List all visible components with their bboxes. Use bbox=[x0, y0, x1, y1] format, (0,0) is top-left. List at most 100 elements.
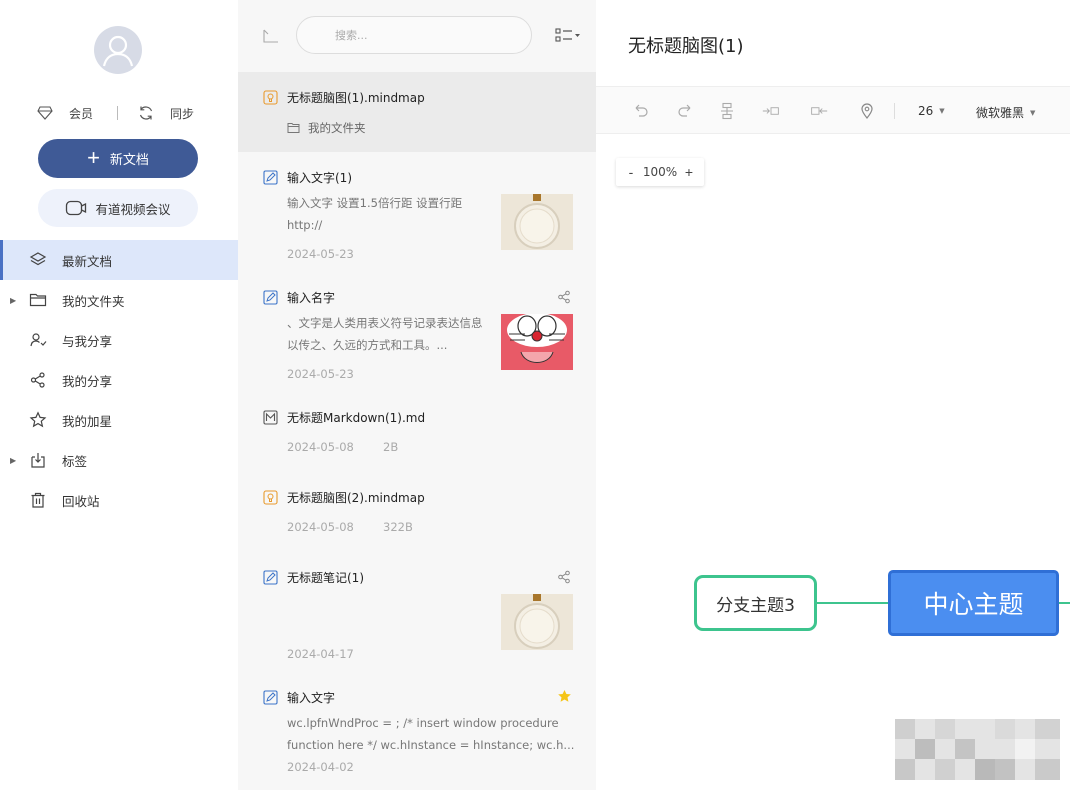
video-meeting-label: 有道视频会议 bbox=[95, 202, 171, 217]
video-camera-icon bbox=[66, 200, 87, 216]
redo-icon[interactable] bbox=[676, 102, 694, 120]
insert-parent-topic-icon[interactable] bbox=[762, 102, 780, 120]
file-item[interactable]: 无标题笔记(1) 2024-04-17 bbox=[238, 552, 596, 672]
divider bbox=[117, 106, 118, 120]
file-folder-path: 我的文件夹 bbox=[287, 120, 366, 136]
folder-icon bbox=[29, 293, 47, 307]
mindmap-file-icon bbox=[263, 90, 278, 105]
user-icon bbox=[102, 35, 134, 67]
file-name: 无标题Markdown(1).md bbox=[287, 411, 426, 425]
sidebar-nav: 最新文档 ▶ 我的文件夹 与我分享 我的分享 我的加星 ▶ 标签 回收站 bbox=[0, 240, 238, 520]
sidebar-item-starred[interactable]: 我的加星 bbox=[0, 400, 238, 440]
chevron-down-icon: ▼ bbox=[939, 107, 945, 115]
new-document-button[interactable]: + 新文档 bbox=[38, 139, 198, 178]
shared-with-me-icon bbox=[30, 333, 47, 347]
file-list-panel: 无标题脑图(1).mindmap 我的文件夹 输入文字(1) 输入文字 设置1.… bbox=[238, 0, 596, 790]
file-item[interactable]: 无标题脑图(1).mindmap 我的文件夹 bbox=[238, 72, 596, 152]
star-outline-icon bbox=[29, 411, 47, 428]
sidebar: 会员 同步 + 新文档 有道视频会议 最新文档 ▶ 我的文件夹 与我分享 我的分… bbox=[0, 0, 238, 790]
star-filled-icon[interactable] bbox=[557, 689, 572, 704]
file-snippet: 输入文字 设置1.5倍行距 设置行距 http:// bbox=[287, 196, 463, 232]
sidebar-item-label: 我的加星 bbox=[62, 413, 113, 429]
sidebar-item-label: 标签 bbox=[62, 453, 88, 469]
sync-button[interactable]: 同步 bbox=[138, 103, 194, 123]
sync-label: 同步 bbox=[170, 106, 195, 121]
new-document-label: 新文档 bbox=[109, 152, 149, 167]
file-item[interactable]: 输入文字 wc.lpfnWndProc = ; /* insert window… bbox=[238, 672, 596, 790]
branch-connector bbox=[1059, 602, 1070, 604]
file-size: 2B bbox=[383, 440, 399, 454]
file-date: 2024-04-17 bbox=[287, 647, 354, 661]
mindmap-canvas[interactable]: 分支主题3 中心主题 bbox=[596, 135, 1070, 790]
insert-sibling-topic-icon[interactable] bbox=[810, 102, 828, 120]
insert-child-topic-icon[interactable] bbox=[718, 102, 736, 120]
file-size: 322B bbox=[383, 520, 413, 534]
file-date: 2024-05-08 bbox=[287, 440, 354, 454]
location-pin-icon[interactable] bbox=[858, 102, 876, 120]
pendant-thumbnail bbox=[501, 194, 573, 250]
tag-icon bbox=[31, 453, 45, 468]
font-size-value: 26 bbox=[918, 104, 934, 118]
shared-icon bbox=[558, 570, 570, 584]
file-item[interactable]: 输入名字 、文字是人类用表义符号记录表达信息以传之、久远的方式和工具。... 2… bbox=[238, 272, 596, 392]
font-family-select[interactable]: 微软雅黑 ▼ bbox=[976, 104, 1035, 121]
sidebar-item-label: 我的文件夹 bbox=[62, 293, 125, 309]
branch-connector bbox=[817, 602, 889, 604]
sidebar-item-tags[interactable]: ▶ 标签 bbox=[0, 440, 238, 480]
vip-link[interactable]: 会员 bbox=[37, 103, 93, 123]
avatar[interactable] bbox=[94, 26, 142, 74]
mindmap-toolbar: 26 ▼ 微软雅黑 ▼ bbox=[596, 86, 1070, 134]
video-meeting-button[interactable]: 有道视频会议 bbox=[38, 189, 198, 227]
layers-icon bbox=[29, 252, 47, 266]
mindmap-file-icon bbox=[263, 490, 278, 505]
file-name: 无标题脑图(2).mindmap bbox=[287, 491, 425, 505]
sync-icon bbox=[139, 106, 153, 120]
file-snippet: 、文字是人类用表义符号记录表达信息以传之、久远的方式和工具。... bbox=[287, 316, 483, 352]
plus-icon: + bbox=[87, 144, 100, 170]
file-snippet: wc.lpfnWndProc = ; /* insert window proc… bbox=[287, 716, 575, 752]
mindmap-editor: 无标题脑图(1) 26 ▼ 微软雅黑 ▼ - 100% + 分支主题3 中心主题 bbox=[596, 0, 1070, 790]
chevron-down-icon: ▼ bbox=[1030, 108, 1036, 117]
sidebar-item-label: 我的分享 bbox=[62, 373, 113, 389]
sidebar-item-my-folders[interactable]: ▶ 我的文件夹 bbox=[0, 280, 238, 320]
branch-topic-node[interactable]: 分支主题3 bbox=[694, 575, 817, 631]
file-item[interactable]: 输入文字(1) 输入文字 设置1.5倍行距 设置行距 http:// 2024-… bbox=[238, 152, 596, 272]
file-date: 2024-04-02 bbox=[287, 760, 354, 774]
expand-caret-icon[interactable]: ▶ bbox=[10, 296, 16, 305]
note-file-icon bbox=[263, 170, 278, 185]
shared-icon bbox=[558, 290, 570, 304]
file-date: 2024-05-23 bbox=[287, 247, 354, 261]
doraemon-thumbnail bbox=[501, 314, 573, 370]
sidebar-item-recent[interactable]: 最新文档 bbox=[0, 240, 238, 280]
center-topic-node[interactable]: 中心主题 bbox=[888, 570, 1059, 636]
diamond-icon bbox=[37, 106, 53, 120]
sidebar-item-my-shares[interactable]: 我的分享 bbox=[0, 360, 238, 400]
expand-caret-icon[interactable]: ▶ bbox=[10, 456, 16, 465]
folder-name: 我的文件夹 bbox=[308, 121, 366, 135]
markdown-file-icon bbox=[263, 410, 278, 425]
font-family-value: 微软雅黑 bbox=[976, 106, 1025, 120]
vip-label: 会员 bbox=[69, 106, 94, 121]
collapse-panel-icon[interactable] bbox=[262, 27, 280, 45]
file-list-header bbox=[238, 0, 596, 72]
file-item[interactable]: 无标题脑图(2).mindmap 2024-05-08 322B bbox=[238, 472, 596, 552]
file-date: 2024-05-08 bbox=[287, 520, 354, 534]
file-name: 输入文字(1) bbox=[287, 171, 352, 185]
file-name: 无标题笔记(1) bbox=[287, 571, 364, 585]
sidebar-item-trash[interactable]: 回收站 bbox=[0, 480, 238, 520]
list-view-icon[interactable] bbox=[555, 27, 581, 45]
file-name: 输入名字 bbox=[287, 291, 336, 305]
pixelated-watermark bbox=[895, 719, 1060, 780]
font-size-select[interactable]: 26 ▼ bbox=[918, 104, 945, 118]
file-name: 输入文字 bbox=[287, 691, 336, 705]
toolbar-divider bbox=[894, 103, 895, 119]
search-input[interactable] bbox=[296, 16, 532, 54]
file-date: 2024-05-23 bbox=[287, 367, 354, 381]
pendant-thumbnail bbox=[501, 594, 573, 650]
undo-icon[interactable] bbox=[632, 102, 650, 120]
file-item[interactable]: 无标题Markdown(1).md 2024-05-08 2B bbox=[238, 392, 596, 472]
note-file-icon bbox=[263, 290, 278, 305]
sidebar-item-label: 最新文档 bbox=[62, 253, 113, 269]
document-title[interactable]: 无标题脑图(1) bbox=[628, 32, 744, 58]
sidebar-item-shared-with-me[interactable]: 与我分享 bbox=[0, 320, 238, 360]
